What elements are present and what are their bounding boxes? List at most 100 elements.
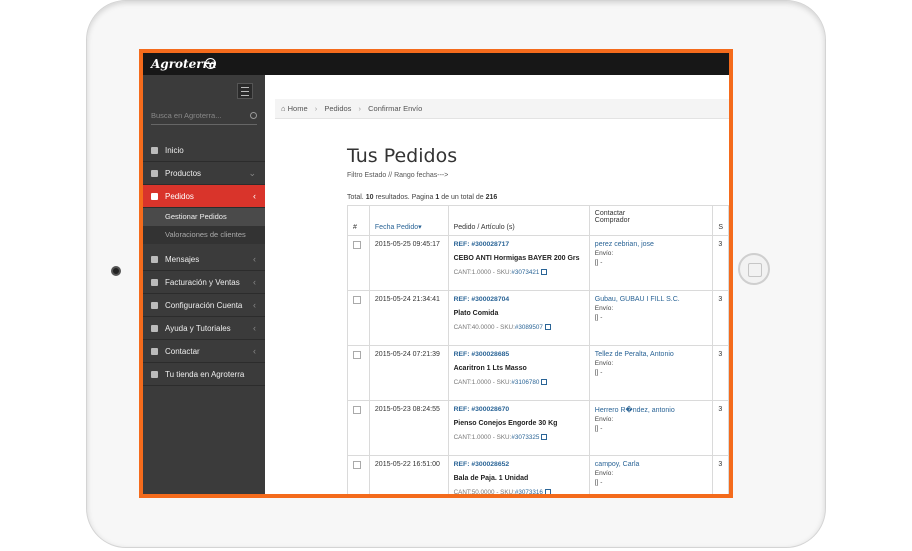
col-contactar-line1: Contactar (594, 210, 626, 217)
row-checkbox-cell (347, 345, 370, 401)
sku-link[interactable]: #3073325 (511, 434, 539, 441)
table-header-row: # Fecha Pedido▾ Pedido / Artículo (s) Co… (347, 205, 729, 236)
chevron-left-icon: ‹ (253, 300, 256, 310)
total-mid: resultados. Pagina (375, 194, 434, 201)
order-ref-link[interactable]: REF: #300028717 (454, 241, 584, 248)
sidebar-item-pedidos[interactable]: Pedidos ‹ (143, 185, 265, 208)
chevron-left-icon: ‹ (253, 254, 256, 264)
row-date: 2015-05-24 21:34:41 (368, 290, 449, 346)
camera-icon (111, 266, 121, 276)
row-checkbox-cell (347, 235, 370, 291)
sidebar-submenu: Gestionar Pedidos Valoraciones de client… (143, 208, 265, 244)
breadcrumb-home[interactable]: Home (288, 104, 308, 113)
product-name: CEBO ANTI Hormigas BAYER 200 Grs (453, 255, 580, 262)
buyer-link[interactable]: perez cebrian, jose (595, 241, 708, 248)
product-name: Bala de Paja. 1 Unidad (453, 475, 529, 482)
external-link-icon[interactable] (544, 489, 551, 494)
home-icon (151, 147, 158, 154)
buyer-link[interactable]: Herrero R�ndez, antonio (595, 406, 708, 414)
sidebar: Busca en Agroterra... Inicio Productos ⌄… (143, 75, 265, 494)
search-placeholder: Busca en Agroterra... (151, 111, 222, 120)
breadcrumb-current: Confirmar Envío (368, 104, 423, 113)
order-ref-link[interactable]: REF: #300028652 (454, 461, 584, 468)
sidebar-item-productos[interactable]: Productos ⌄ (143, 162, 265, 185)
envio-label: Envío: (594, 470, 614, 477)
external-link-icon[interactable] (541, 434, 548, 440)
buyer-link[interactable]: campoy, Carla (595, 461, 708, 468)
external-link-icon[interactable] (541, 269, 548, 275)
row-extra: 3 (712, 235, 729, 291)
buyer-link[interactable]: Tellez de Peralta, Antonio (595, 351, 708, 358)
row-checkbox-cell (347, 290, 370, 346)
table-row: 2015-05-25 09:45:17 REF: #300028717 CEBO… (347, 235, 729, 291)
quantity: CANT:40.0000 - SKU: (453, 324, 515, 331)
col-contactar: Contactar Comprador (588, 205, 714, 236)
row-checkbox[interactable] (353, 461, 361, 469)
breadcrumb-pedidos[interactable]: Pedidos (324, 104, 351, 113)
row-extra: 3 (712, 455, 729, 494)
sku-link[interactable]: #3106780 (511, 379, 539, 386)
table-row: 2015-05-22 16:51:00 REF: #300028652 Bala… (347, 455, 729, 494)
row-buyer: perez cebrian, jose Envío: [] - (588, 235, 714, 291)
row-order: REF: #300028670 Pienso Conejos Engorde 3… (447, 400, 590, 456)
sidebar-item-facturacion[interactable]: Facturación y Ventas ‹ (143, 271, 265, 294)
row-checkbox[interactable] (353, 406, 361, 414)
sidebar-item-mensajes[interactable]: Mensajes ‹ (143, 248, 265, 271)
col-contactar-line2: Comprador (594, 217, 630, 224)
search-icon[interactable] (250, 112, 257, 119)
sku-link[interactable]: #3073316 (515, 489, 543, 494)
sidebar-subitem-valoraciones[interactable]: Valoraciones de clientes (143, 226, 265, 244)
home-button[interactable] (738, 253, 770, 285)
envio-value: [] - (594, 259, 603, 266)
external-link-icon[interactable] (541, 379, 548, 385)
page-number: 1 (435, 194, 440, 201)
row-extra: 3 (712, 345, 729, 401)
sku-line: CANT:1.0000 - SKU:#3073421 (454, 269, 584, 276)
row-order: REF: #300028652 Bala de Paja. 1 Unidad C… (447, 455, 590, 494)
order-ref-link[interactable]: REF: #300028685 (454, 351, 584, 358)
sku-line: CANT:1.0000 - SKU:#3106780 (454, 379, 584, 386)
col-extra: S (712, 205, 729, 236)
breadcrumb: ⌂ Home › Pedidos › Confirmar Envío (275, 99, 729, 119)
sku-link[interactable]: #3089507 (515, 324, 543, 331)
sidebar-item-ayuda[interactable]: Ayuda y Tutoriales ‹ (143, 317, 265, 340)
menu-toggle-icon[interactable] (237, 83, 253, 99)
thumbs-up-icon (151, 325, 158, 332)
total-of: de un total de (441, 194, 484, 201)
row-date: 2015-05-23 08:24:55 (368, 400, 449, 456)
col-fecha[interactable]: Fecha Pedido▾ (368, 205, 449, 236)
home-icon: ⌂ (281, 104, 286, 113)
table-row: 2015-05-24 07:21:39 REF: #300028685 Acar… (347, 345, 729, 401)
envio-label: Envío: (594, 305, 614, 312)
order-ref-link[interactable]: REF: #300028670 (454, 406, 584, 413)
buyer-link[interactable]: Gubau, GUBAU I FILL S.C. (595, 296, 708, 303)
main-content: ⌂ Home › Pedidos › Confirmar Envío Tus P… (265, 75, 729, 494)
sidebar-item-contactar[interactable]: Contactar ‹ (143, 340, 265, 363)
chevron-left-icon: ‹ (253, 277, 256, 287)
filter-link[interactable]: Filtro Estado // Rango fechas---> (347, 172, 448, 179)
external-link-icon[interactable] (544, 324, 551, 330)
row-checkbox[interactable] (353, 296, 361, 304)
sidebar-item-label: Tu tienda en Agroterra (165, 370, 245, 379)
row-extra: 3 (712, 400, 729, 456)
row-date: 2015-05-24 07:21:39 (368, 345, 449, 401)
sidebar-subitem-gestionar[interactable]: Gestionar Pedidos (143, 208, 265, 226)
envio-label: Envío: (594, 250, 614, 257)
sku-link[interactable]: #3073421 (511, 269, 539, 276)
screen: Agroterra Busca en Agroterra... Inicio P… (139, 49, 733, 498)
product-name: Acaritron 1 Lts Masso (453, 365, 527, 372)
sidebar-item-configuracion[interactable]: Configuración Cuenta ‹ (143, 294, 265, 317)
row-checkbox[interactable] (353, 351, 361, 359)
sidebar-item-label: Pedidos (165, 192, 194, 201)
row-buyer: campoy, Carla Envío: [] - (588, 455, 714, 494)
search-input[interactable]: Busca en Agroterra... (151, 111, 257, 125)
row-checkbox[interactable] (353, 241, 361, 249)
order-ref-link[interactable]: REF: #300028704 (454, 296, 584, 303)
sidebar-item-inicio[interactable]: Inicio (143, 139, 265, 162)
envio-label: Envío: (594, 416, 614, 423)
sidebar-item-tienda[interactable]: Tu tienda en Agroterra (143, 363, 265, 386)
chevron-down-icon: ⌄ (248, 168, 256, 178)
results-summary: Total. 10 resultados. Pagina 1 de un tot… (347, 194, 497, 201)
list-icon (151, 170, 158, 177)
sidebar-item-label: Contactar (165, 347, 200, 356)
